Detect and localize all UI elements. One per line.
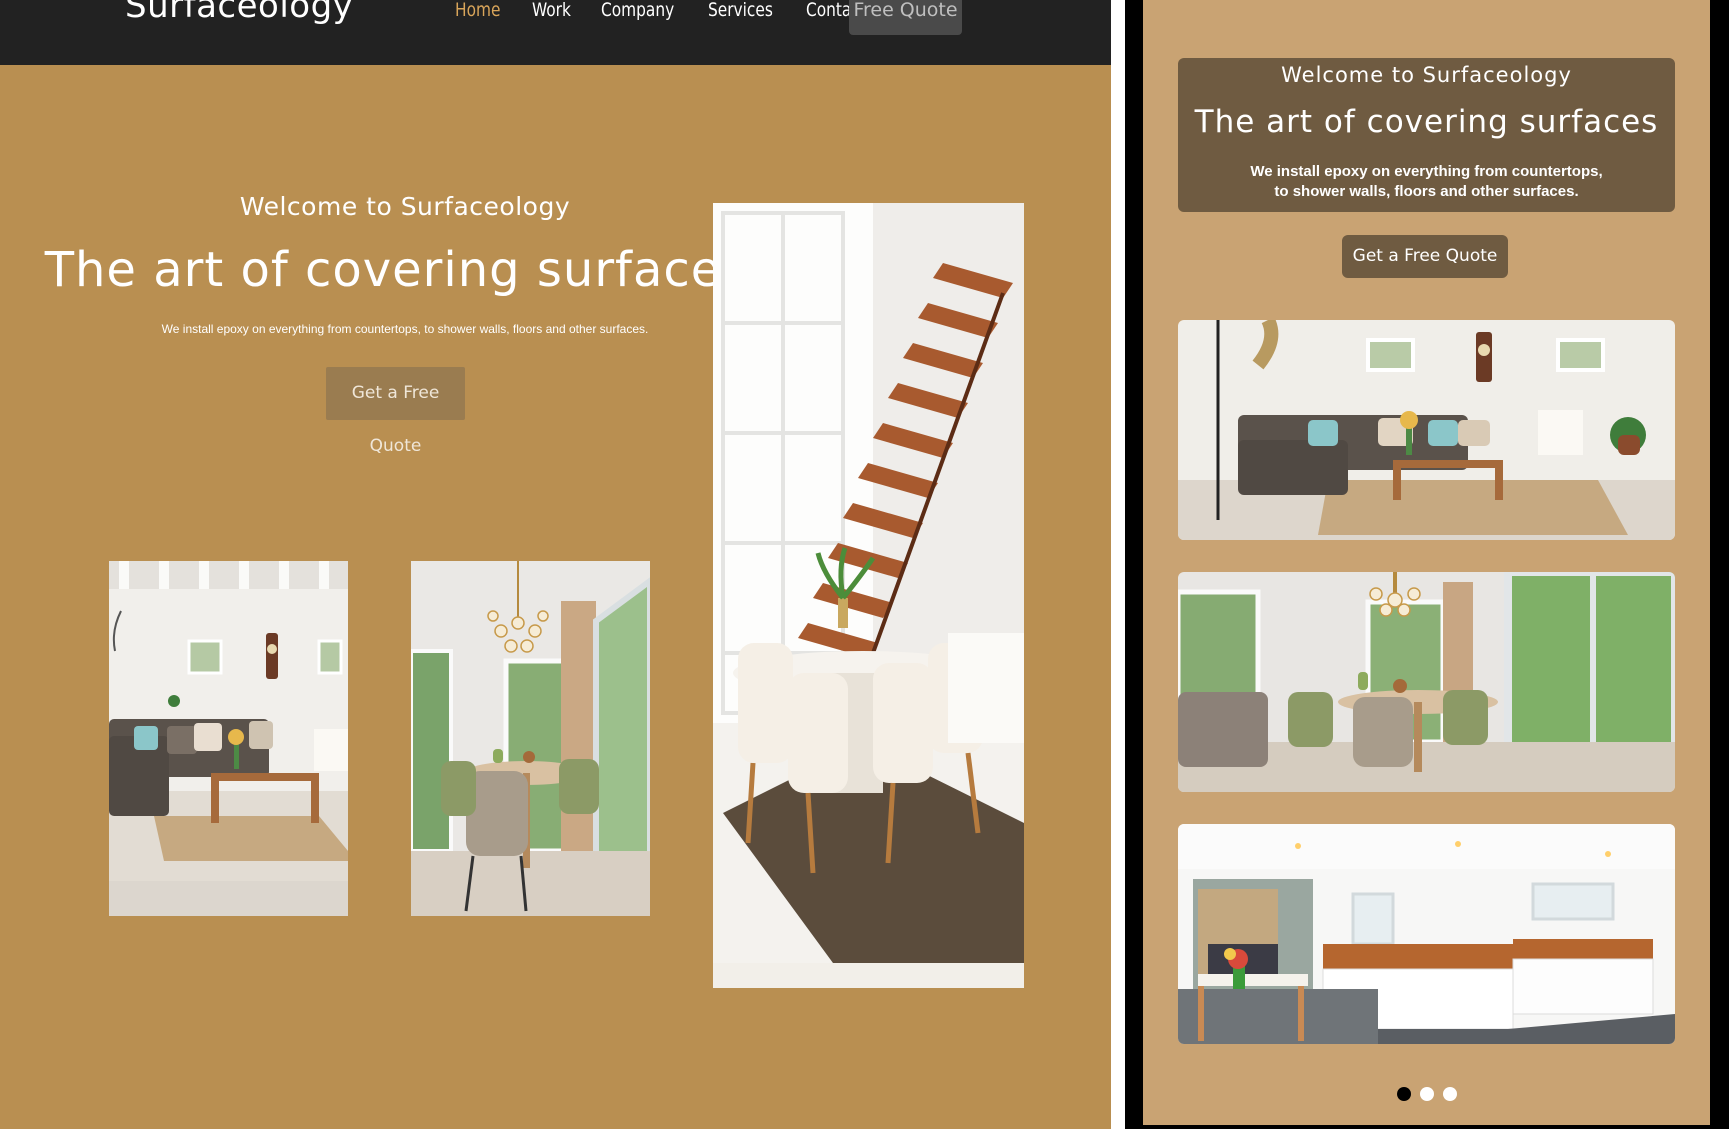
mobile-hero-subtitle-line2: to shower walls, floors and other surfac… xyxy=(1274,183,1579,200)
hero-welcome: Welcome to Surfaceology xyxy=(239,192,571,221)
hero-subtitle: We install epoxy on everything from coun… xyxy=(161,322,649,336)
main-nav: Home Work Company Services Contact xyxy=(455,0,899,35)
living-room-photo xyxy=(109,561,348,916)
carousel-dot-3[interactable] xyxy=(1443,1087,1457,1101)
mobile-hero-banner: Welcome to Surfaceology The art of cover… xyxy=(1178,58,1675,212)
nav-item-services[interactable]: Services xyxy=(708,0,773,20)
mobile-hero-welcome: Welcome to Surfaceology xyxy=(1281,63,1572,87)
hero-title: The art of covering surfaces xyxy=(44,242,748,298)
staircase-dining-photo xyxy=(713,203,1024,988)
get-free-quote-button[interactable]: Get a Free Quote xyxy=(326,367,465,456)
carousel-dot-2[interactable] xyxy=(1420,1087,1434,1101)
carousel-slide-dining-room[interactable] xyxy=(1178,572,1675,792)
mobile-hero-title: The art of covering surfaces xyxy=(1194,104,1659,140)
carousel-indicators xyxy=(1397,1087,1466,1101)
nav-item-company[interactable]: Company xyxy=(601,0,674,20)
nav-item-work[interactable]: Work xyxy=(532,0,571,20)
mobile-hero-subtitle-line1: We install epoxy on everything from coun… xyxy=(1250,163,1603,180)
mobile-view: Welcome to Surfaceology The art of cover… xyxy=(1143,0,1710,1125)
nav-item-home[interactable]: Home xyxy=(455,0,500,20)
navbar: Surfaceology Home Work Company Services … xyxy=(0,0,1111,65)
carousel-slide-kitchen[interactable] xyxy=(1178,824,1675,1044)
carousel-slide-living-room[interactable] xyxy=(1178,320,1675,540)
desktop-view: Surfaceology Home Work Company Services … xyxy=(0,0,1111,1129)
mobile-hero-subtitle: We install epoxy on everything from coun… xyxy=(1178,162,1675,202)
mobile-get-free-quote-button[interactable]: Get a Free Quote xyxy=(1342,235,1508,278)
site-logo[interactable]: Surfaceology xyxy=(125,0,353,26)
carousel-dot-1[interactable] xyxy=(1397,1087,1411,1101)
dining-room-photo xyxy=(411,561,650,916)
nav-free-quote-button[interactable]: Free Quote xyxy=(849,0,962,35)
